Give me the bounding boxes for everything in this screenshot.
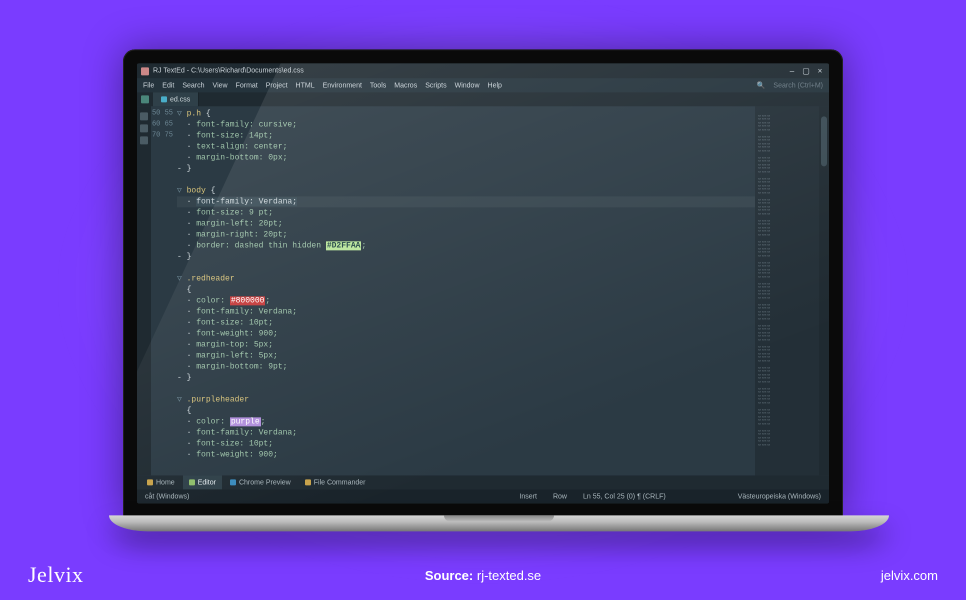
screen-bezel: RJ TextEd - C:\Users\Richard\Documents\e…: [123, 49, 843, 517]
home-icon: [147, 479, 153, 485]
close-button[interactable]: ×: [815, 66, 825, 75]
scrollbar-thumb[interactable]: [821, 116, 827, 166]
menu-help[interactable]: Help: [488, 82, 502, 89]
menu-format[interactable]: Format: [236, 82, 258, 89]
status-position: Ln 55, Col 25 (0) ¶ (CRLF): [583, 493, 666, 500]
chrome-icon: [230, 479, 236, 485]
tool-icon[interactable]: [140, 124, 148, 132]
document-tab[interactable]: ed.css: [153, 92, 199, 106]
side-toolbar: [137, 106, 151, 475]
editor-window: RJ TextEd - C:\Users\Richard\Documents\e…: [137, 63, 829, 503]
bottom-view-tabs: HomeEditorChrome PreviewFile Commander: [137, 475, 829, 489]
pencil-icon: [189, 479, 195, 485]
window-titlebar: RJ TextEd - C:\Users\Richard\Documents\e…: [137, 63, 829, 78]
tab-label: ed.css: [170, 96, 190, 103]
menu-edit[interactable]: Edit: [162, 82, 174, 89]
menu-bar: File Edit Search View Format Project HTML Envir…: [137, 78, 829, 92]
view-tab-editor[interactable]: Editor: [183, 475, 222, 489]
status-insert: Insert: [519, 493, 537, 500]
status-left: cåt (Windows): [145, 493, 189, 500]
editor-area: 50 55 60 65 70 75 ▽ p.h { · font-family:…: [137, 106, 829, 475]
status-encoding: Västeuropeiska (Windows): [738, 493, 821, 500]
code-editor[interactable]: ▽ p.h { · font-family: cursive; · font-s…: [177, 106, 755, 475]
document-tab-bar: ed.css: [137, 92, 829, 106]
source-credit: Source: rj-texted.se: [425, 568, 541, 583]
laptop-base: [109, 515, 889, 531]
maximize-button[interactable]: ▢: [801, 66, 811, 75]
menu-tools[interactable]: Tools: [370, 82, 386, 89]
minimap[interactable]: xx xxx xx xx xxx xx xx xxx xx xx xxx xx …: [755, 106, 819, 475]
menu-html[interactable]: HTML: [296, 82, 315, 89]
minimize-button[interactable]: –: [787, 66, 797, 75]
menu-search[interactable]: Search: [182, 82, 204, 89]
view-tab-file-commander[interactable]: File Commander: [299, 475, 372, 489]
app-icon: [141, 67, 149, 75]
jelvix-logo: Jelvix: [28, 562, 84, 588]
view-tab-chrome-preview[interactable]: Chrome Preview: [224, 475, 297, 489]
menu-scripts[interactable]: Scripts: [425, 82, 446, 89]
image-footer: Jelvix Source: rj-texted.se jelvix.com: [0, 562, 966, 588]
menu-environment[interactable]: Environment: [323, 82, 362, 89]
menu-macros[interactable]: Macros: [394, 82, 417, 89]
laptop-mockup: RJ TextEd - C:\Users\Richard\Documents\e…: [109, 49, 857, 531]
tool-icon[interactable]: [140, 112, 148, 120]
panel-toggle-icon[interactable]: [141, 95, 149, 103]
menu-file[interactable]: File: [143, 82, 154, 89]
window-title: RJ TextEd - C:\Users\Richard\Documents\e…: [153, 67, 783, 74]
search-icon[interactable]: 🔍: [757, 81, 766, 89]
menu-window[interactable]: Window: [455, 82, 480, 89]
vertical-scrollbar[interactable]: [819, 106, 829, 475]
line-number-gutter: 50 55 60 65 70 75: [151, 106, 177, 475]
status-row: Row: [553, 493, 567, 500]
site-url: jelvix.com: [881, 568, 938, 583]
view-tab-home[interactable]: Home: [141, 475, 181, 489]
tool-icon[interactable]: [140, 136, 148, 144]
folder-icon: [305, 479, 311, 485]
file-type-icon: [161, 96, 167, 102]
menu-view[interactable]: View: [213, 82, 228, 89]
search-input[interactable]: Search (Ctrl+M): [773, 82, 823, 89]
status-bar: cåt (Windows) Insert Row Ln 55, Col 25 (…: [137, 489, 829, 503]
menu-project[interactable]: Project: [266, 82, 288, 89]
